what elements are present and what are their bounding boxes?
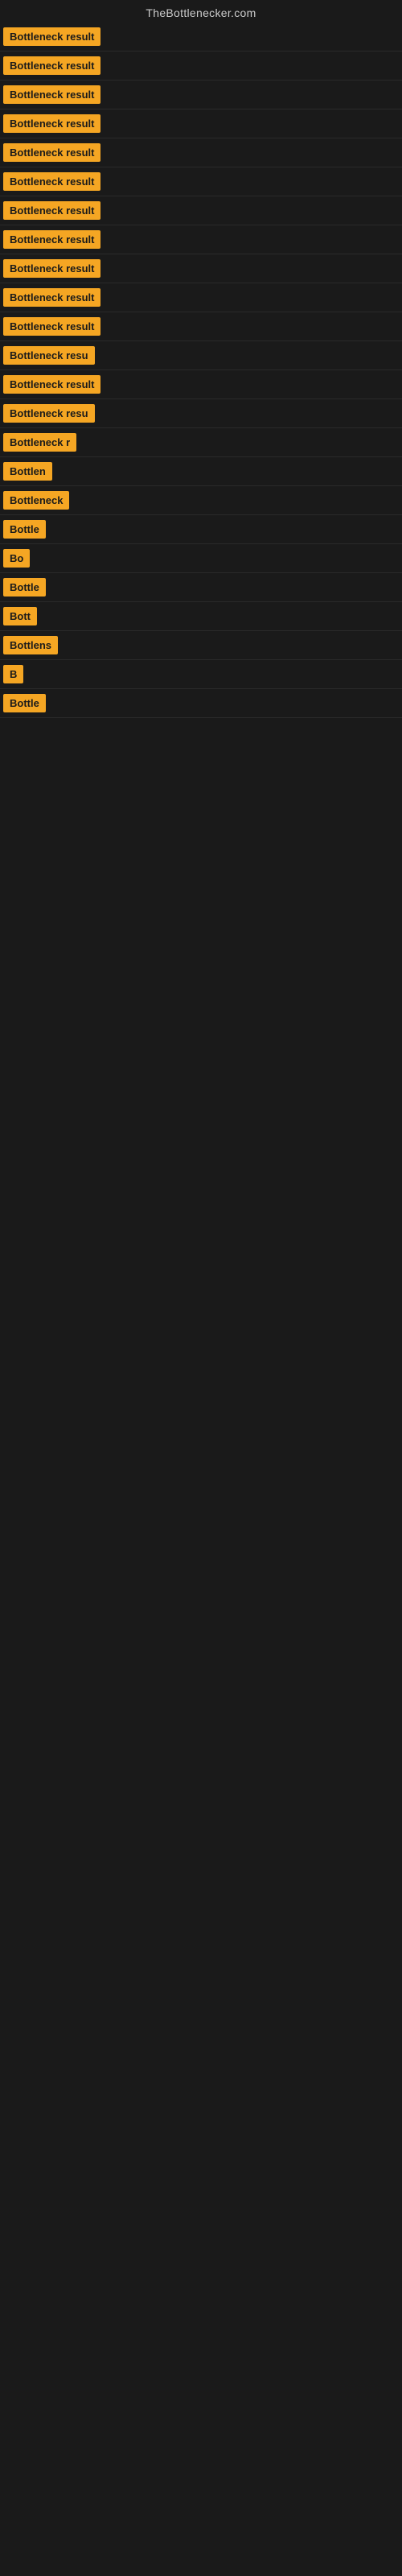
bottleneck-result-badge[interactable]: Bottleneck result [3,201,100,220]
bottleneck-result-badge[interactable]: Bottlen [3,462,52,481]
list-item: Bottle [0,573,402,602]
page-wrapper: TheBottlenecker.com Bottleneck resultBot… [0,0,402,718]
bottleneck-result-badge[interactable]: Bottleneck resu [3,346,95,365]
bottleneck-result-badge[interactable]: Bottleneck result [3,259,100,278]
bottleneck-result-badge[interactable]: Bottleneck result [3,85,100,104]
bottleneck-result-badge[interactable]: Bottleneck r [3,433,76,452]
list-item: Bottleneck result [0,254,402,283]
bottleneck-result-badge[interactable]: Bottleneck result [3,27,100,46]
list-item: Bottleneck result [0,196,402,225]
list-item: Bottleneck result [0,312,402,341]
bottleneck-result-badge[interactable]: Bottleneck result [3,172,100,191]
list-item: Bottleneck result [0,138,402,167]
list-item: Bottleneck result [0,52,402,80]
bottleneck-result-badge[interactable]: Bottlens [3,636,58,654]
rows-container: Bottleneck result Bottleneck result Bottle… [0,23,402,718]
list-item: Bottleneck r [0,428,402,457]
list-item: Bo [0,544,402,573]
list-item: Bott [0,602,402,631]
list-item: Bottleneck resu [0,341,402,370]
bottleneck-result-badge[interactable]: Bottleneck result [3,56,100,75]
bottleneck-result-badge[interactable]: Bott [3,607,37,625]
bottleneck-result-badge[interactable]: Bottleneck resu [3,404,95,423]
bottleneck-result-badge[interactable]: Bottleneck [3,491,69,510]
bottleneck-result-badge[interactable]: Bottleneck result [3,317,100,336]
bottleneck-result-badge[interactable]: Bottle [3,578,46,597]
list-item: Bottleneck result [0,109,402,138]
list-item: Bottleneck result [0,23,402,52]
bottleneck-result-badge[interactable]: Bo [3,549,30,568]
list-item: Bottleneck result [0,225,402,254]
bottleneck-result-badge[interactable]: Bottle [3,694,46,712]
list-item: B [0,660,402,689]
bottleneck-result-badge[interactable]: Bottleneck result [3,143,100,162]
bottleneck-result-badge[interactable]: Bottleneck result [3,375,100,394]
list-item: Bottleneck result [0,167,402,196]
list-item: Bottleneck result [0,80,402,109]
site-title: TheBottlenecker.com [0,0,402,23]
list-item: Bottle [0,515,402,544]
list-item: Bottleneck result [0,370,402,399]
bottleneck-result-badge[interactable]: Bottleneck result [3,114,100,133]
list-item: Bottleneck resu [0,399,402,428]
bottleneck-result-badge[interactable]: Bottle [3,520,46,539]
list-item: Bottleneck [0,486,402,515]
bottleneck-result-badge[interactable]: Bottleneck result [3,230,100,249]
bottleneck-result-badge[interactable]: Bottleneck result [3,288,100,307]
list-item: Bottlen [0,457,402,486]
list-item: Bottleneck result [0,283,402,312]
list-item: Bottle [0,689,402,718]
list-item: Bottlens [0,631,402,660]
bottleneck-result-badge[interactable]: B [3,665,23,683]
